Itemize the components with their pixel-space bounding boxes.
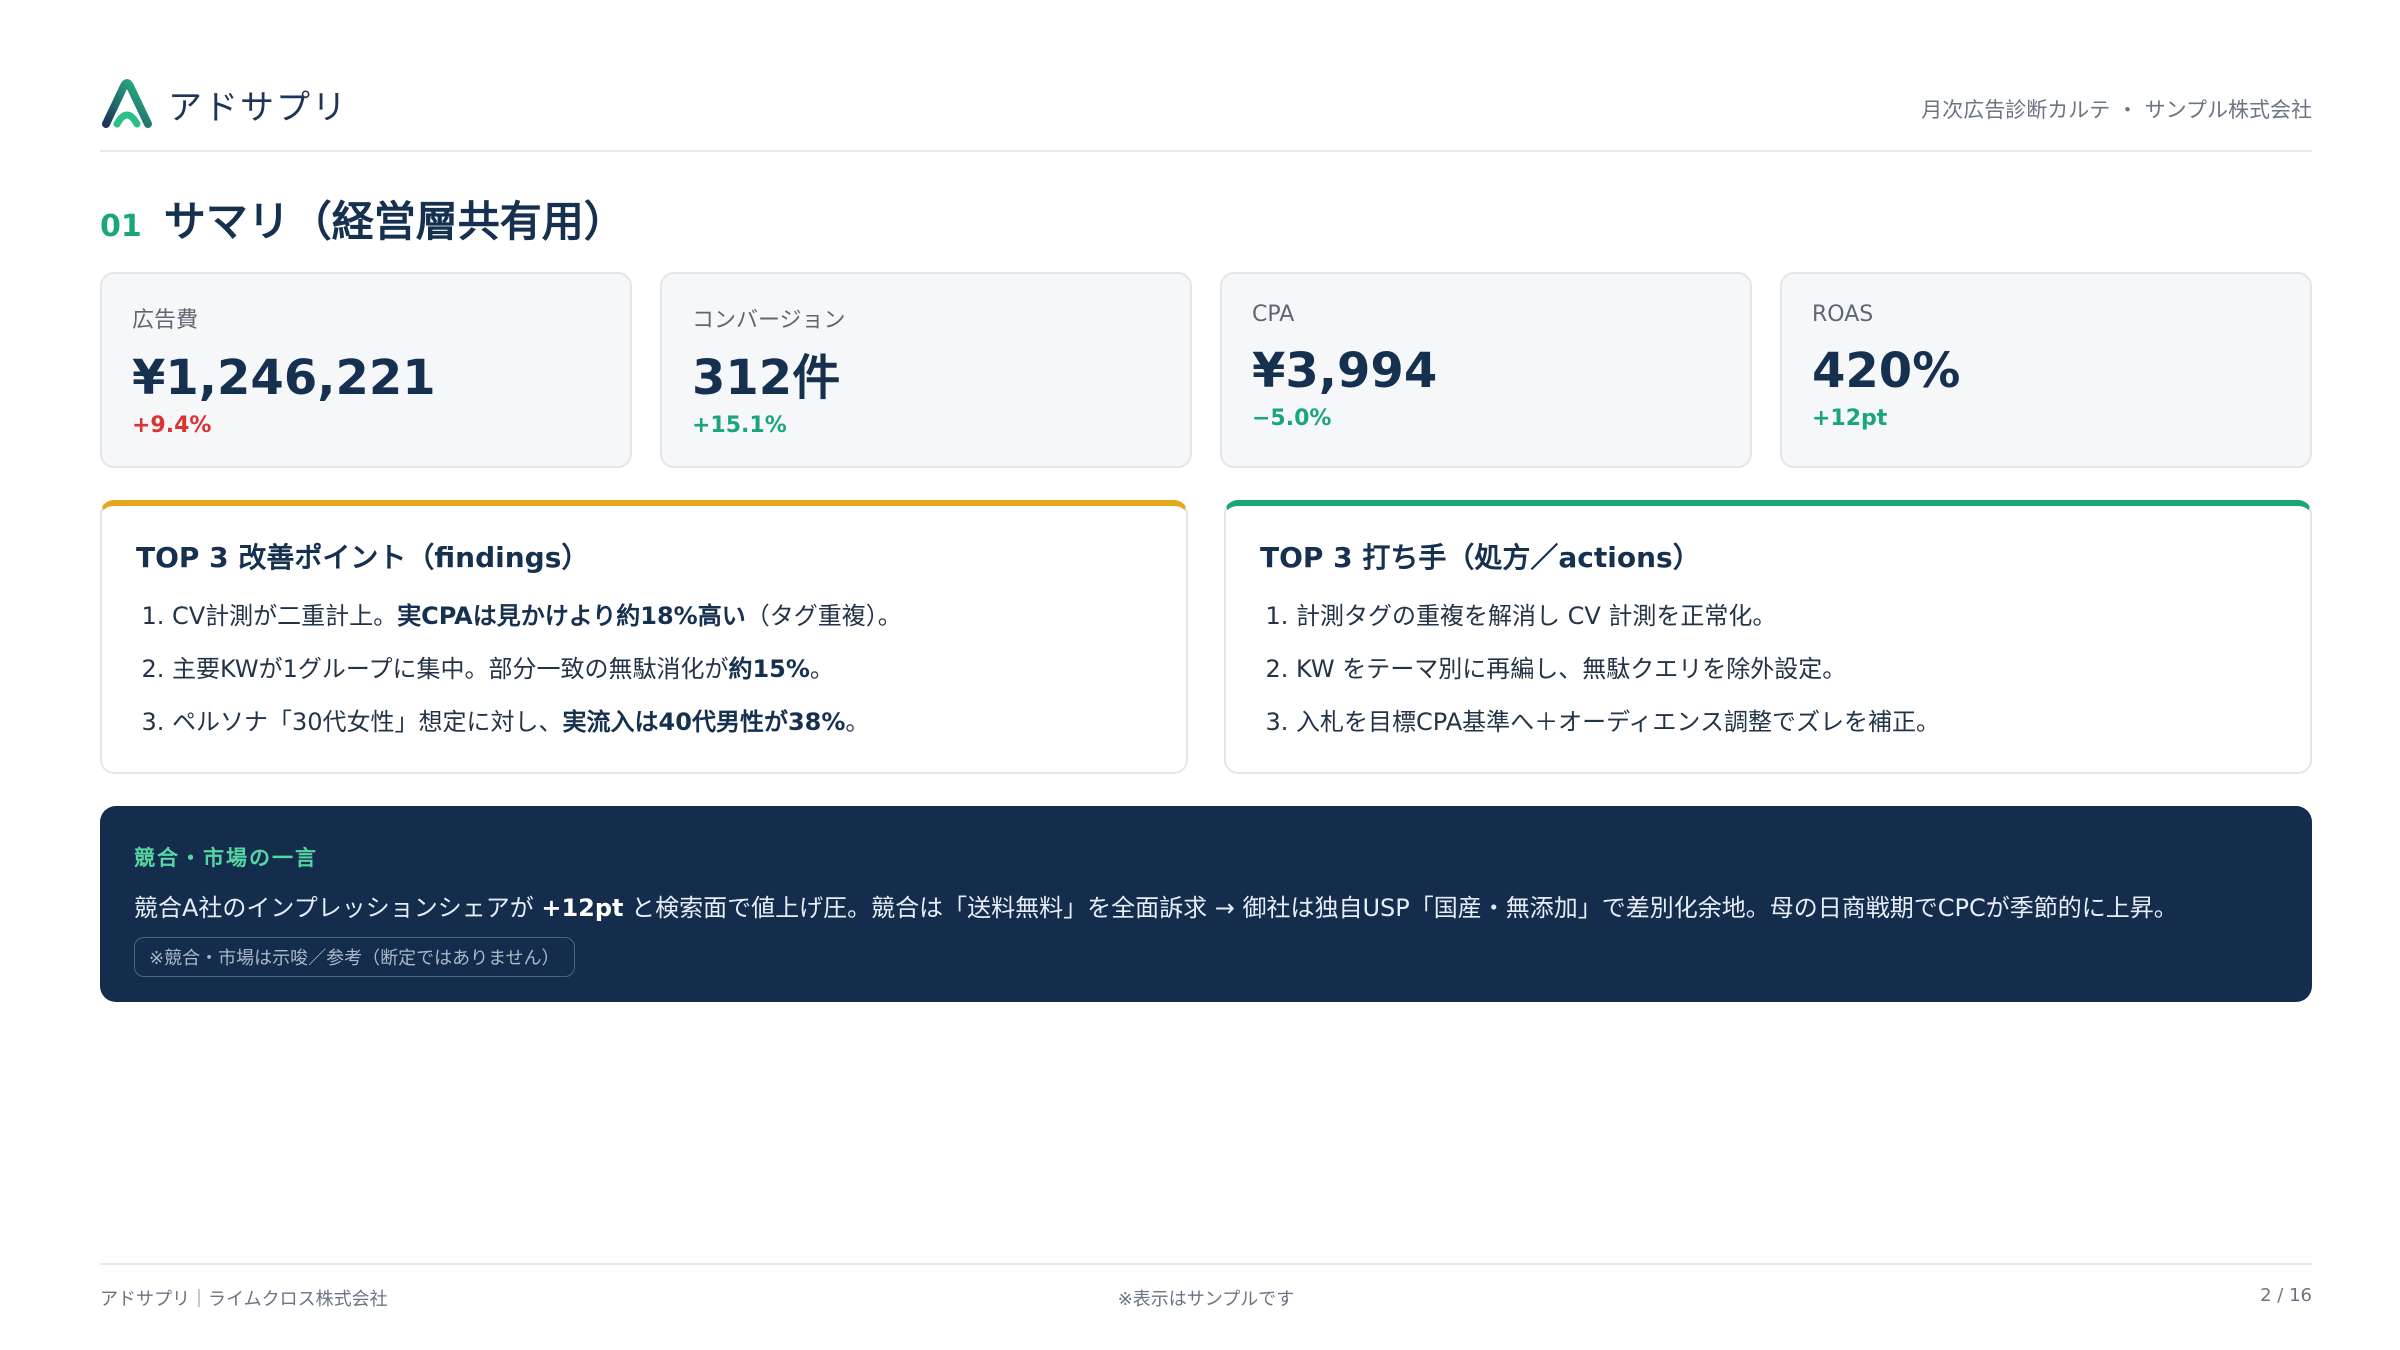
kpi-value: 420%: [1812, 343, 1961, 399]
actions-card: TOP 3 打ち手（処方／actions） 計測タグの重複を解消し CV 計測を…: [1224, 500, 2312, 774]
kpi-card-conversions: コンバージョン 312件 +15.1%: [660, 272, 1192, 468]
kpi-delta: +12pt: [1812, 405, 1888, 431]
kpi-row: 広告費 ¥1,246,221 +9.4% コンバージョン 312件 +15.1%…: [100, 272, 2312, 470]
actions-title: TOP 3 打ち手（処方／actions）: [1260, 541, 1701, 574]
section-number: 01: [100, 209, 142, 244]
kpi-label: CPA: [1252, 302, 1295, 327]
kpi-label: コンバージョン: [692, 308, 846, 333]
actions-item: 入札を目標CPA基準へ＋オーディエンス調整でズレを補正。: [1296, 696, 2276, 749]
market-title: 競合・市場の一言: [134, 846, 318, 870]
kpi-value: ¥3,994: [1252, 343, 1438, 399]
findings-item: 主要KWが1グループに集中。部分一致の無駄消化が約15%。: [172, 643, 1152, 696]
brand-name: アドサプリ: [168, 87, 348, 128]
kpi-card-roas: ROAS 420% +12pt: [1780, 272, 2312, 468]
kpi-label: 広告費: [132, 308, 199, 333]
page-number: 2 / 16: [2260, 1285, 2312, 1306]
findings-title: TOP 3 改善ポイント（findings）: [136, 541, 590, 574]
market-disclaimer-badge: ※競合・市場は示唆／参考（断定ではありません）: [134, 937, 575, 977]
page-footer: アドサプリ｜ライムクロス株式会社 ※表示はサンプルです 2 / 16: [100, 1263, 2312, 1313]
kpi-delta: +15.1%: [692, 412, 787, 438]
document-title: 月次広告診断カルテ ・ サンプル株式会社: [1921, 98, 2312, 122]
adsapuri-logo-icon: [102, 79, 152, 128]
kpi-value: 312件: [692, 350, 841, 406]
brand-logo: アドサプリ: [100, 76, 348, 132]
kpi-delta: −5.0%: [1252, 405, 1332, 431]
market-insight-panel: 競合・市場の一言 競合A社のインプレッションシェアが +12pt と検索面で値上…: [100, 806, 2312, 1002]
actions-item: KW をテーマ別に再編し、無駄クエリを除外設定。: [1296, 643, 2276, 696]
findings-card: TOP 3 改善ポイント（findings） CV計測が二重計上。実CPAは見か…: [100, 500, 1188, 774]
market-text: 競合A社のインプレッションシェアが +12pt と検索面で値上げ圧。競合は「送料…: [134, 894, 2178, 922]
kpi-card-ad-spend: 広告費 ¥1,246,221 +9.4%: [100, 272, 632, 468]
page-header: アドサプリ 月次広告診断カルテ ・ サンプル株式会社: [100, 72, 2312, 152]
kpi-label: ROAS: [1812, 302, 1874, 327]
footer-sample-note: ※表示はサンプルです: [1117, 1289, 1295, 1310]
findings-list: CV計測が二重計上。実CPAは見かけより約18%高い（タグ重複）。 主要KWが1…: [136, 590, 1152, 749]
kpi-card-cpa: CPA ¥3,994 −5.0%: [1220, 272, 1752, 468]
kpi-value: ¥1,246,221: [132, 350, 436, 406]
section-heading: 01 サマリ（経営層共有用）: [100, 188, 626, 249]
actions-item: 計測タグの重複を解消し CV 計測を正常化。: [1296, 590, 2276, 643]
section-title: サマリ（経営層共有用）: [163, 197, 626, 246]
kpi-delta: +9.4%: [132, 412, 212, 438]
findings-item: ペルソナ「30代女性」想定に対し、実流入は40代男性が38%。: [172, 696, 1152, 749]
findings-item: CV計測が二重計上。実CPAは見かけより約18%高い（タグ重複）。: [172, 590, 1152, 643]
actions-list: 計測タグの重複を解消し CV 計測を正常化。 KW をテーマ別に再編し、無駄クエ…: [1260, 590, 2276, 749]
